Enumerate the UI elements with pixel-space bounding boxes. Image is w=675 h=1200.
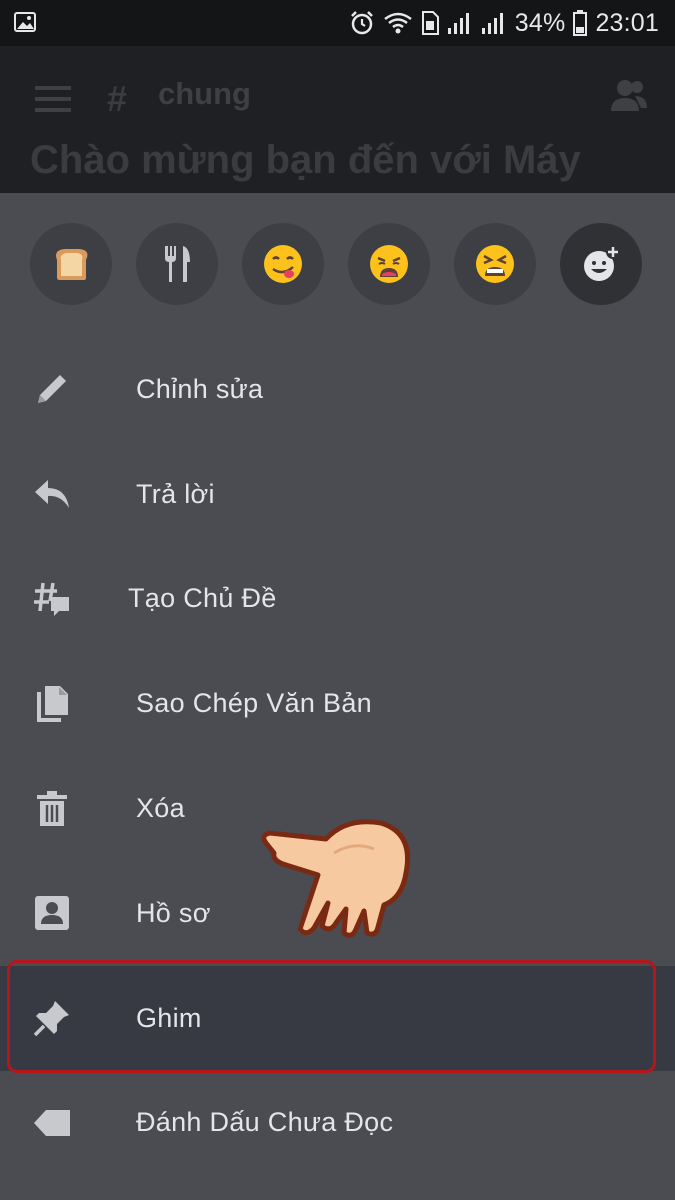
tired-face-emoji xyxy=(476,245,514,283)
status-bar: 34% 23:01 xyxy=(0,0,675,46)
signal-icon xyxy=(447,13,469,34)
menu-item-copy-text[interactable]: Sao Chép Văn Bản xyxy=(0,651,675,756)
reply-icon xyxy=(32,474,72,514)
menu-item-label: Sao Chép Văn Bản xyxy=(136,688,372,719)
message-actions-sheet: Chỉnh sửa Trả lời Tạo Chủ Đề Sao Chép Vă… xyxy=(0,193,675,1200)
pin-icon xyxy=(32,998,72,1038)
channel-name: chung xyxy=(158,76,251,111)
mark-unread-icon xyxy=(32,1103,72,1143)
menu-item-label: Tạo Chủ Đề xyxy=(128,583,277,614)
menu-item-label: Ghim xyxy=(136,1002,202,1033)
reaction-fork-knife[interactable] xyxy=(136,223,218,305)
menu-item-mark-unread[interactable]: Đánh Dấu Chưa Đọc xyxy=(0,1071,675,1176)
quick-reactions xyxy=(30,223,642,305)
channel-hash-icon: # xyxy=(107,78,128,119)
screen: 34% 23:01 # chung Chào mừng bạn đến với … xyxy=(0,0,675,1200)
pointing-hand-icon xyxy=(261,819,411,938)
alarm-icon xyxy=(350,11,373,35)
battery-icon xyxy=(573,10,588,36)
fork-knife-emoji xyxy=(165,246,190,282)
thread-icon xyxy=(32,579,72,619)
action-menu: Chỉnh sửa Trả lời Tạo Chủ Đề Sao Chép Vă… xyxy=(0,337,675,1175)
reaction-tired[interactable] xyxy=(454,223,536,305)
bread-emoji xyxy=(56,249,88,280)
menu-item-reply[interactable]: Trả lời xyxy=(0,442,675,547)
reaction-yum[interactable] xyxy=(242,223,324,305)
menu-item-pin[interactable]: Ghim xyxy=(0,965,675,1071)
menu-item-create-thread[interactable]: Tạo Chủ Đề xyxy=(0,547,675,652)
reaction-weary[interactable] xyxy=(348,223,430,305)
image-icon xyxy=(14,12,36,32)
menu-item-label: Hồ sơ xyxy=(136,897,211,928)
welcome-text: Chào mừng bạn đến với Máy xyxy=(30,138,581,182)
battery-percent: 34% xyxy=(514,8,566,37)
trash-icon xyxy=(32,789,72,829)
copy-icon xyxy=(32,684,72,724)
menu-item-label: Đánh Dấu Chưa Đọc xyxy=(136,1107,394,1138)
hamburger-menu-icon[interactable] xyxy=(35,86,71,112)
pencil-icon xyxy=(32,369,72,409)
channel-header: # chung Chào mừng bạn đến với Máy xyxy=(0,46,675,193)
members-icon[interactable] xyxy=(609,78,649,112)
add-reaction-icon xyxy=(584,245,620,281)
menu-item-label: Trả lời xyxy=(136,478,215,509)
yum-face-emoji xyxy=(264,245,302,283)
menu-item-edit[interactable]: Chỉnh sửa xyxy=(0,337,675,442)
profile-icon xyxy=(32,893,72,933)
signal-icon xyxy=(481,13,503,34)
menu-item-label: Chỉnh sửa xyxy=(136,373,264,404)
menu-item-label: Xóa xyxy=(136,793,185,824)
clock: 23:01 xyxy=(595,8,659,37)
weary-face-emoji xyxy=(370,245,408,283)
sim-icon xyxy=(421,11,439,35)
reaction-bread[interactable] xyxy=(30,223,112,305)
wifi-icon xyxy=(384,12,412,34)
add-reaction-button[interactable] xyxy=(560,223,642,305)
